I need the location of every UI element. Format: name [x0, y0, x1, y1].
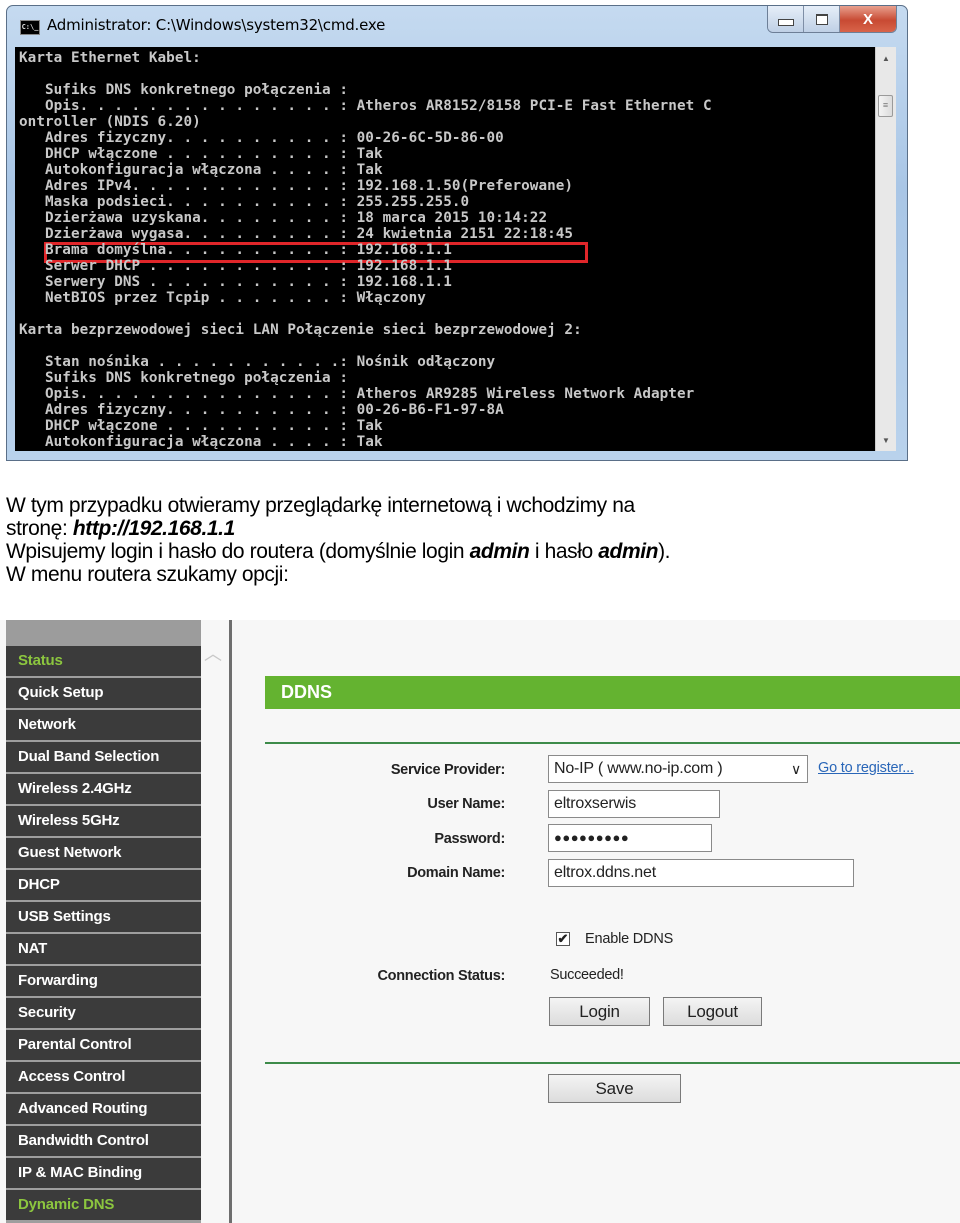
console-line: Serwery DNS . . . . . . . . . . . : 192.…	[19, 274, 452, 290]
password-input[interactable]: ●●●●●●●●●	[548, 824, 712, 852]
divider-top	[265, 742, 960, 744]
console-line: ontroller (NDIS 6.20)	[19, 114, 201, 130]
sidebar-item-advanced-routing[interactable]: Advanced Routing	[6, 1094, 201, 1124]
console-line: Adres fizyczny. . . . . . . . . . : 00-2…	[19, 130, 504, 146]
sidebar-item-security[interactable]: Security	[6, 998, 201, 1028]
divider-bottom	[265, 1062, 960, 1064]
instruction-text: stronę:	[6, 517, 73, 540]
cmd-window: C:\_ Administrator: C:\Windows\system32\…	[6, 5, 908, 461]
console-line: Serwer DHCP . . . . . . . . . . . : 192.…	[19, 258, 452, 274]
instruction-text: i hasło	[529, 540, 599, 563]
instruction-text: ).	[658, 540, 671, 563]
router-sidebar-menu: Status Quick Setup Network Dual Band Select…	[6, 620, 201, 1223]
console-line: Dzierżawa wygasa. . . . . . . . . : 24 k…	[19, 226, 574, 242]
maximize-button[interactable]	[804, 6, 840, 32]
sidebar-item-status[interactable]: Status	[6, 646, 201, 676]
console-line: Brama domyślna. . . . . . . . . . : 192.…	[19, 242, 452, 258]
sidebar-item-bandwidth-control[interactable]: Bandwidth Control	[6, 1126, 201, 1156]
instruction-line-2: stronę: http://192.168.1.1	[6, 517, 235, 540]
sidebar-item-wireless-5ghz[interactable]: Wireless 5GHz	[6, 806, 201, 836]
console-line: DHCP włączone . . . . . . . . . . : Tak	[19, 418, 383, 434]
sidebar-item-ip-mac-binding[interactable]: IP & MAC Binding	[6, 1158, 201, 1188]
console-line: Karta bezprzewodowej sieci LAN Połączeni…	[19, 322, 582, 338]
window-controls: X	[767, 6, 897, 33]
default-login: admin	[469, 540, 530, 563]
close-icon: X	[862, 10, 873, 28]
cmd-window-title: Administrator: C:\Windows\system32\cmd.e…	[47, 16, 386, 34]
connection-status-value: Succeeded!	[550, 967, 624, 983]
go-to-register-link[interactable]: Go to register...	[818, 760, 914, 776]
console-line: Adres IPv4. . . . . . . . . . . . : 192.…	[19, 178, 574, 194]
console-line: Autokonfiguracja włączona . . . . : Tak	[19, 434, 383, 450]
sidebar-item-dynamic-dns[interactable]: Dynamic DNS	[6, 1190, 201, 1220]
save-button[interactable]: Save	[548, 1074, 681, 1103]
instruction-line-1: W tym przypadku otwieramy przeglądarkę i…	[6, 494, 635, 517]
sidebar-item-dhcp[interactable]: DHCP	[6, 870, 201, 900]
sidebar-header	[6, 620, 201, 646]
menu-list: Status Quick Setup Network Dual Band Select…	[6, 646, 201, 1220]
chevron-down-icon: ∨	[790, 761, 801, 777]
menu-scroll-up-icon[interactable]: ︿	[204, 640, 222, 666]
close-button[interactable]: X	[840, 6, 896, 32]
scroll-thumb[interactable]: ≡	[878, 95, 893, 117]
console-line: Karta Ethernet Kabel:	[19, 50, 201, 66]
sidebar-item-nat[interactable]: NAT	[6, 934, 201, 964]
scroll-down-arrow-icon[interactable]: ▼	[876, 433, 896, 449]
console-line: Autokonfiguracja włączona . . . . : Tak	[19, 162, 383, 178]
cmd-scrollbar[interactable]: ▲ ≡ ▼	[875, 47, 896, 451]
console-line: Sufiks DNS konkretnego połączenia :	[19, 370, 348, 386]
default-password: admin	[598, 540, 659, 563]
login-button[interactable]: Login	[549, 997, 650, 1026]
instruction-line-4: W menu routera szukamy opcji:	[6, 563, 289, 586]
ddns-section-title: DDNS	[265, 676, 960, 709]
service-provider-value: No-IP ( www.no-ip.com )	[554, 760, 723, 777]
logout-button[interactable]: Logout	[663, 997, 762, 1026]
connection-status-label: Connection Status:	[377, 968, 505, 984]
cmd-console-output: Karta Ethernet Kabel: Sufiks DNS konkret…	[15, 47, 875, 451]
console-line: Opis. . . . . . . . . . . . . . . : Athe…	[19, 386, 695, 402]
console-line: Opis. . . . . . . . . . . . . . . : Athe…	[19, 98, 712, 114]
enable-ddns-checkbox[interactable]: ✔	[556, 932, 570, 946]
sidebar-item-network[interactable]: Network	[6, 710, 201, 740]
console-line: Maska podsieci. . . . . . . . . . : 255.…	[19, 194, 470, 210]
minimize-button[interactable]	[768, 6, 804, 32]
console-line: Stan nośnika . . . . . . . . . . .: Nośn…	[19, 354, 496, 370]
service-provider-label: Service Provider:	[390, 762, 505, 778]
frame-divider	[229, 620, 232, 1223]
router-admin-panel: Status Quick Setup Network Dual Band Select…	[0, 620, 960, 1223]
domain-name-input[interactable]: eltrox.ddns.net	[548, 859, 854, 887]
console-line: DHCP włączone . . . . . . . . . . : Tak	[19, 146, 383, 162]
console-line: Sufiks DNS konkretnego połączenia :	[19, 82, 348, 98]
sidebar-item-quick-setup[interactable]: Quick Setup	[6, 678, 201, 708]
user-name-label: User Name:	[427, 796, 505, 812]
maximize-icon	[815, 13, 828, 25]
sidebar-item-wireless-2-4ghz[interactable]: Wireless 2.4GHz	[6, 774, 201, 804]
sidebar-item-access-control[interactable]: Access Control	[6, 1062, 201, 1092]
console-line: Dzierżawa uzyskana. . . . . . . . : 18 m…	[19, 210, 548, 226]
router-url: http://192.168.1.1	[72, 517, 235, 540]
console-line: NetBIOS przez Tcpip . . . . . . . : Włąc…	[19, 290, 426, 306]
password-label: Password:	[434, 831, 505, 847]
service-provider-select[interactable]: No-IP ( www.no-ip.com ) ∨	[548, 755, 808, 783]
sidebar-item-parental-control[interactable]: Parental Control	[6, 1030, 201, 1060]
domain-name-label: Domain Name:	[407, 865, 505, 881]
instruction-text: Wpisujemy login i hasło do routera (domy…	[6, 540, 470, 563]
console-line: Adres fizyczny. . . . . . . . . . : 00-2…	[19, 402, 504, 418]
sidebar-item-usb-settings[interactable]: USB Settings	[6, 902, 201, 932]
enable-ddns-label: Enable DDNS	[585, 931, 674, 947]
checkmark-icon: ✔	[557, 931, 569, 946]
sidebar-item-forwarding[interactable]: Forwarding	[6, 966, 201, 996]
scroll-up-arrow-icon[interactable]: ▲	[876, 51, 896, 67]
sidebar-item-dual-band-selection[interactable]: Dual Band Selection	[6, 742, 201, 772]
sidebar-item-guest-network[interactable]: Guest Network	[6, 838, 201, 868]
instruction-line-3: Wpisujemy login i hasło do routera (domy…	[6, 540, 671, 563]
cmd-titlebar[interactable]: C:\_ Administrator: C:\Windows\system32\…	[7, 6, 907, 46]
minimize-icon	[777, 18, 794, 26]
cmd-app-icon: C:\_	[20, 20, 40, 35]
user-name-input[interactable]: eltroxserwis	[548, 790, 720, 818]
